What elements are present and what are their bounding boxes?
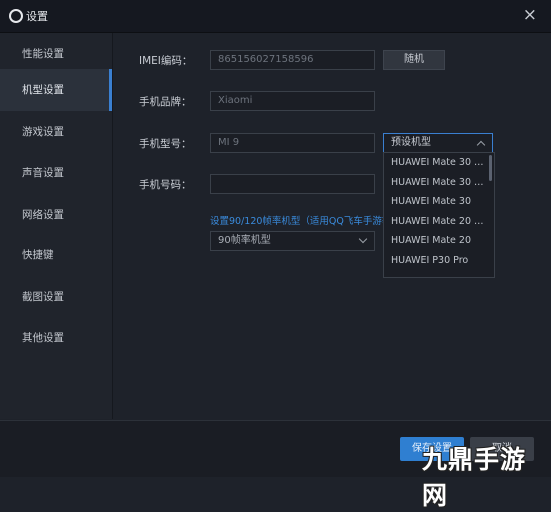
sidebar-item-sound[interactable]: 声音设置: [0, 152, 112, 194]
preset-model-dropdown: HUAWEI Mate 30 Pro 5G HUAWEI Mate 30 5G …: [383, 152, 495, 278]
imei-label: IMEI编码：: [139, 55, 193, 67]
device-settings-panel: IMEI编码： 865156027158596 随机 手机品牌： Xiaomi …: [113, 33, 551, 419]
model-field[interactable]: MI 9: [210, 133, 375, 153]
close-icon[interactable]: ×: [523, 5, 537, 25]
dropdown-option[interactable]: HUAWEI Mate 30: [384, 192, 487, 212]
random-imei-button[interactable]: 随机: [383, 50, 445, 70]
imei-field[interactable]: 865156027158596: [210, 50, 375, 70]
dropdown-option[interactable]: HUAWEI P30 Pro: [384, 251, 487, 271]
brand-field[interactable]: Xiaomi: [210, 91, 375, 111]
fps-model-hint-link[interactable]: 设置90/120帧率机型（适用QQ飞车手游等）: [210, 213, 401, 227]
chevron-up-icon: [476, 140, 486, 150]
brand-label: 手机品牌：: [139, 96, 192, 108]
dropdown-scrollbar[interactable]: [489, 155, 492, 181]
sidebar-item-device-model[interactable]: 机型设置: [0, 69, 112, 111]
preset-model-select[interactable]: 预设机型: [383, 133, 493, 153]
window-title: 设置: [26, 10, 48, 23]
sidebar-item-screenshot[interactable]: 截图设置: [0, 276, 112, 318]
preset-model-select-value: 预设机型: [391, 137, 431, 148]
dropdown-option[interactable]: HUAWEI Mate 30 5G: [384, 173, 487, 193]
dropdown-option[interactable]: HUAWEI Mate 20: [384, 231, 487, 251]
phone-label: 手机号码：: [139, 179, 192, 191]
sidebar-item-network[interactable]: 网络设置: [0, 194, 112, 236]
site-watermark: 九鼎手游网: [422, 445, 527, 510]
sidebar: 性能设置 机型设置 游戏设置 声音设置 网络设置 快捷键 截图设置 其他设置: [0, 33, 113, 419]
title-bar: 设置 ×: [0, 0, 551, 33]
fps-model-select[interactable]: 90帧率机型: [210, 231, 375, 251]
chevron-down-icon: [358, 234, 368, 244]
sidebar-item-game[interactable]: 游戏设置: [0, 111, 112, 153]
sidebar-item-other[interactable]: 其他设置: [0, 317, 112, 359]
phone-number-field[interactable]: [210, 174, 375, 194]
dropdown-option[interactable]: HUAWEI Mate 30 Pro 5G: [384, 153, 487, 173]
model-label: 手机型号：: [139, 138, 192, 150]
dropdown-option[interactable]: HUAWEI Mate 20 Pro: [384, 212, 487, 232]
fps-model-select-value: 90帧率机型: [218, 235, 271, 246]
settings-gear-icon: [9, 9, 23, 23]
sidebar-item-shortcuts[interactable]: 快捷键: [0, 234, 112, 276]
